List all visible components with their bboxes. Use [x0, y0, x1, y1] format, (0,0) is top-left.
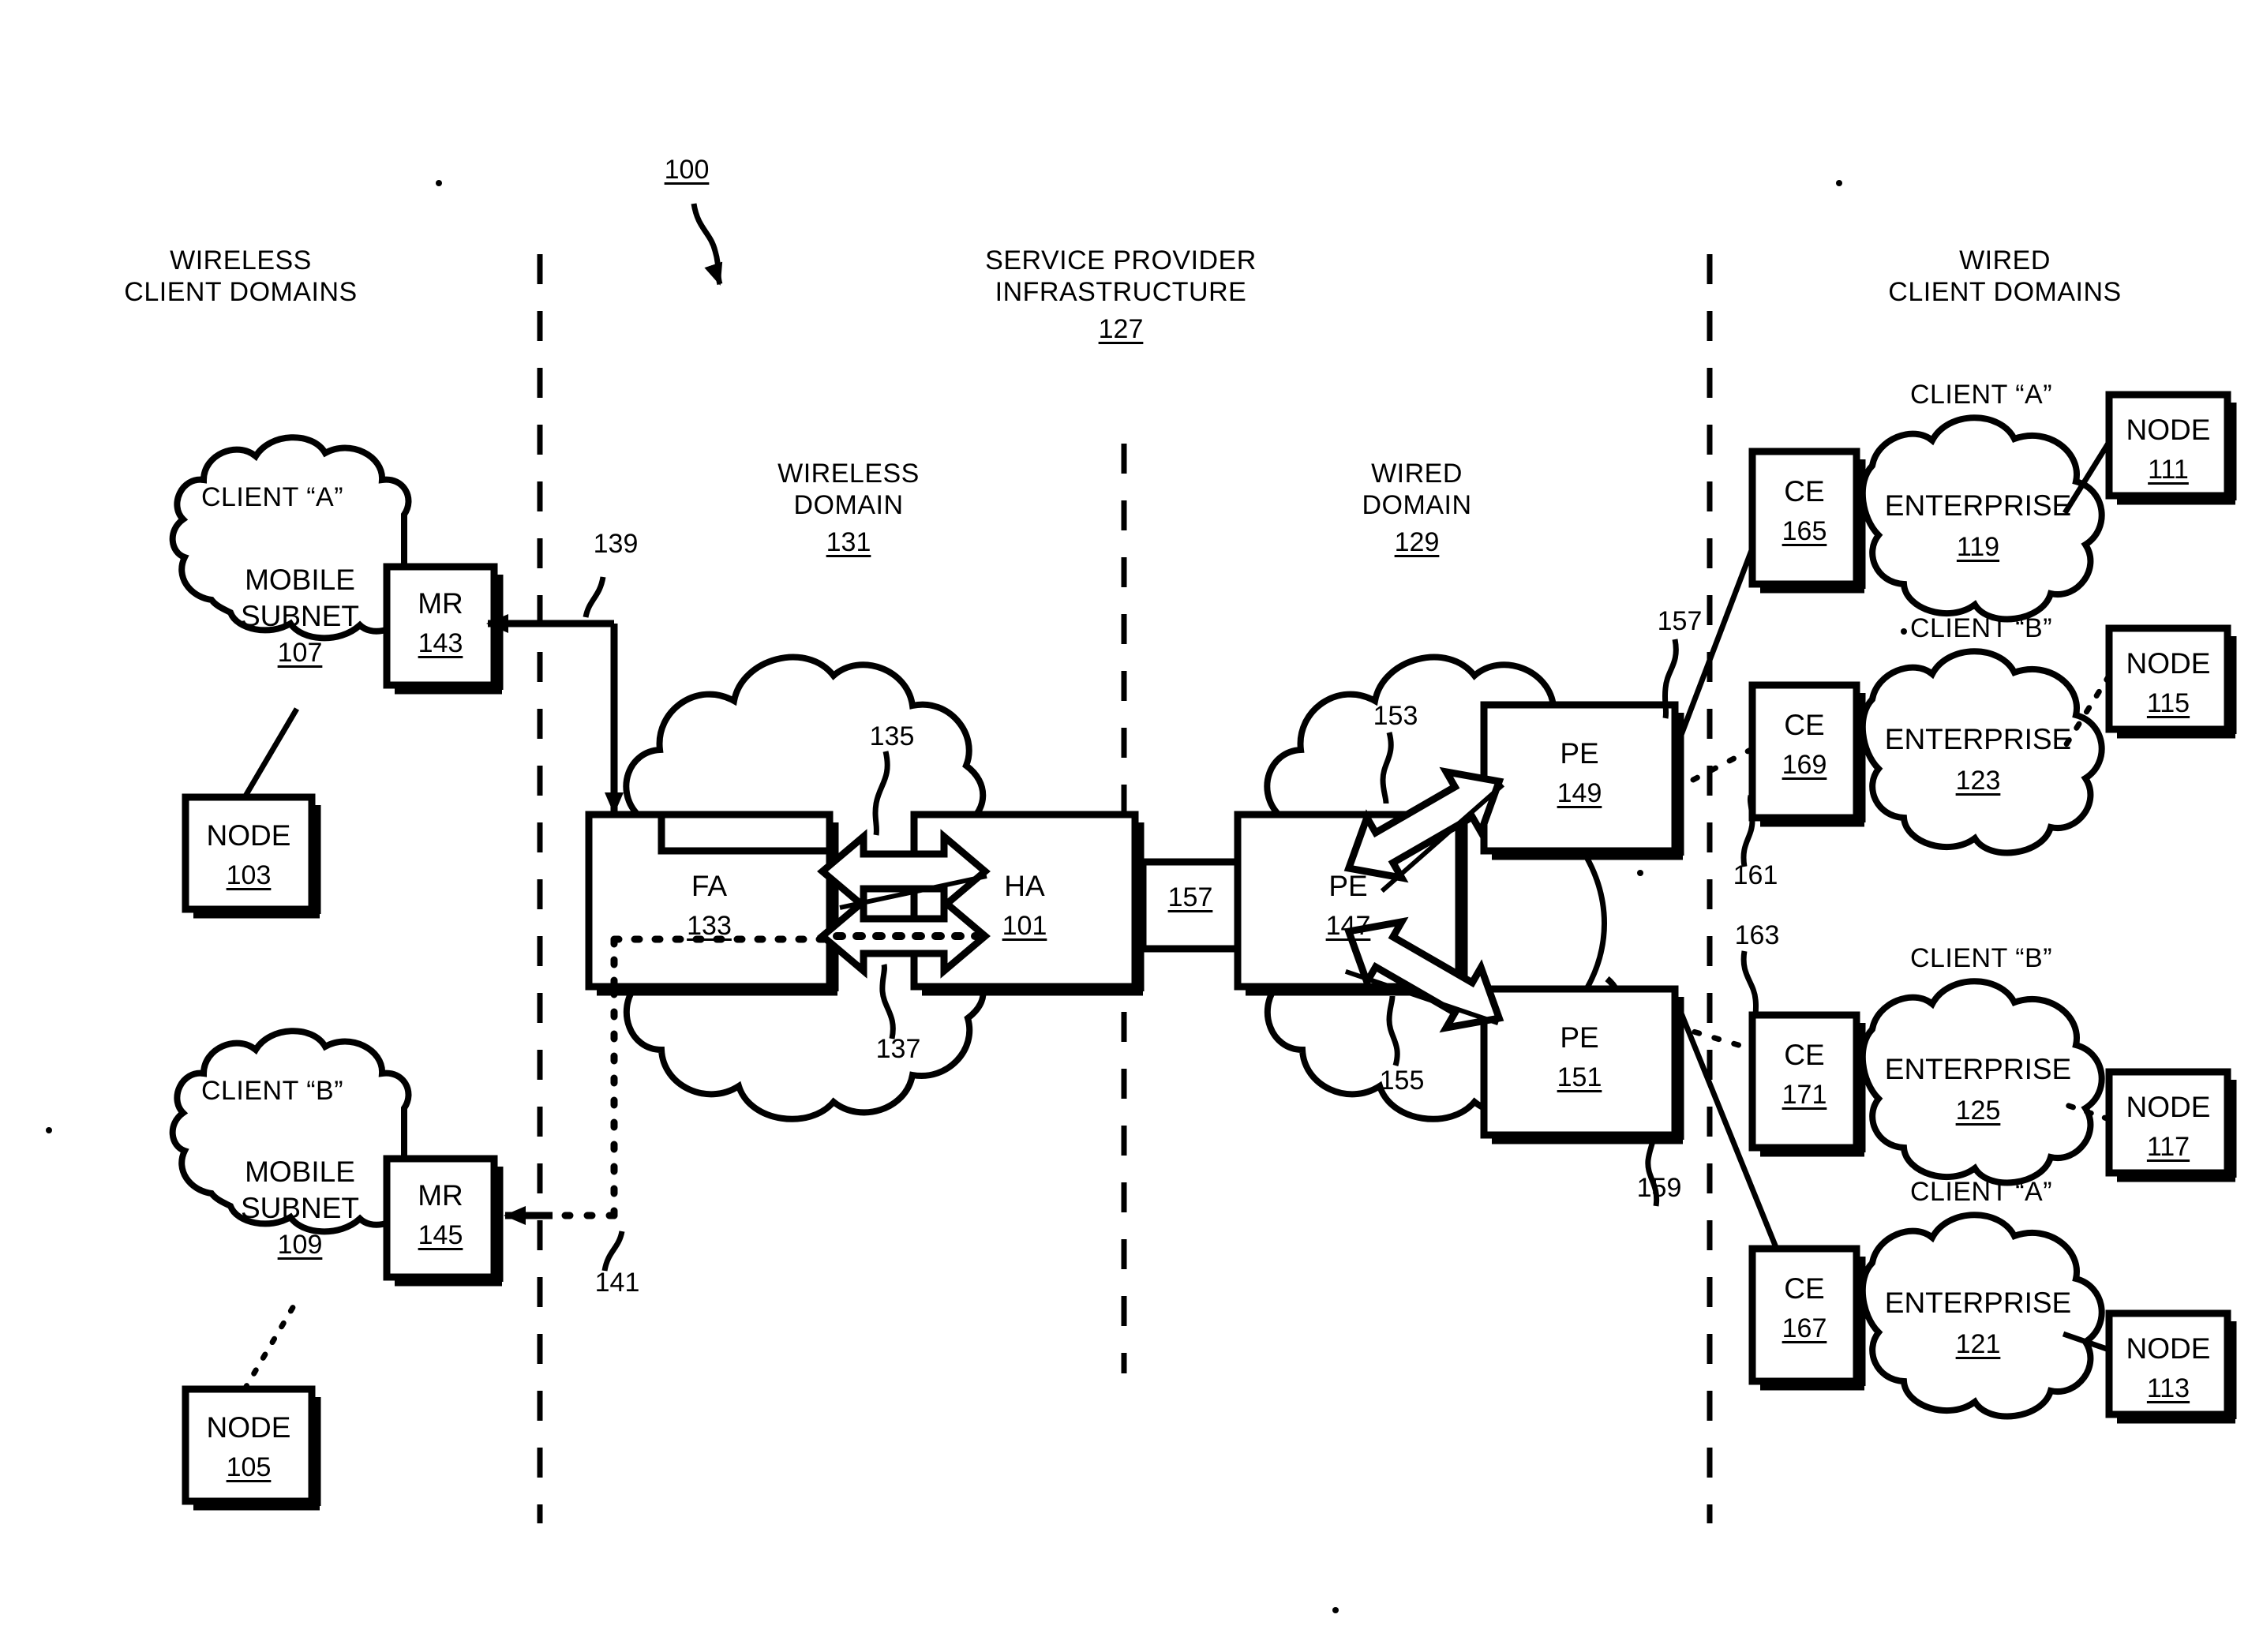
ref-157-center: 157	[1167, 882, 1213, 912]
ref-105: 105	[226, 1452, 272, 1482]
leader-141	[601, 1231, 625, 1272]
label-pe-149: PE	[1560, 737, 1599, 770]
leader-135	[872, 751, 890, 836]
ref-125: 125	[1955, 1096, 2001, 1126]
label-ce-165: CE	[1784, 475, 1825, 508]
label-wired-client-a-top: CLIENT “A”	[1909, 380, 2053, 410]
path-141-arrow	[517, 955, 618, 1219]
ref-169: 169	[1782, 750, 1827, 780]
callout-155: 155	[1379, 1066, 1425, 1096]
label-wireless-domain: WIRELESS DOMAIN	[777, 459, 920, 521]
callout-135: 135	[869, 721, 915, 751]
ref-129: 129	[1394, 527, 1440, 557]
callout-141: 141	[594, 1268, 640, 1298]
ref-127: 127	[1098, 314, 1144, 344]
label-node-117: NODE	[2126, 1091, 2211, 1123]
ref-123: 123	[1955, 766, 2001, 796]
ref-111: 111	[2148, 455, 2189, 485]
ref-149: 149	[1557, 778, 1602, 808]
figure-canvas: WIRELESS CLIENT DOMAINS SERVICE PROVIDER…	[0, 0, 2248, 1652]
ref-131: 131	[826, 527, 871, 557]
label-ha: HA	[1004, 870, 1045, 902]
label-ce-171: CE	[1784, 1039, 1825, 1071]
label-ce-169: CE	[1784, 709, 1825, 741]
label-wireless-client-a: CLIENT “A”	[200, 482, 344, 512]
label-enterprise-121: ENTERPRISE	[1884, 1287, 2072, 1319]
label-enterprise-119: ENTERPRISE	[1884, 489, 2072, 522]
ref-151: 151	[1557, 1062, 1602, 1092]
callout-137: 137	[875, 1034, 921, 1064]
header-wireless-client-domains: WIRELESS CLIENT DOMAINS	[124, 245, 358, 308]
ref-147: 147	[1325, 911, 1371, 941]
node-103-box	[182, 793, 321, 919]
label-mr-143: MR	[418, 587, 463, 620]
label-enterprise-123: ENTERPRISE	[1884, 723, 2072, 755]
label-wired-client-b-lower: CLIENT “B”	[1909, 943, 2053, 973]
path-139-arrow	[486, 576, 624, 815]
ref-167: 167	[1782, 1313, 1827, 1343]
callout-157-right: 157	[1657, 606, 1703, 636]
ref-113: 113	[2146, 1373, 2190, 1403]
callout-161: 161	[1733, 860, 1778, 890]
label-wireless-client-b: CLIENT “B”	[200, 1076, 344, 1106]
ref-115: 115	[2146, 688, 2190, 718]
ref-101: 101	[1002, 911, 1047, 941]
label-pe-151: PE	[1560, 1021, 1599, 1054]
label-mobile-subnet-109: MOBILE SUBNET	[240, 1156, 360, 1225]
ref-121: 121	[1955, 1329, 2001, 1359]
callout-159: 159	[1636, 1173, 1682, 1203]
leader-139	[583, 576, 606, 618]
link-node103-subnet107	[242, 707, 300, 799]
label-node-105: NODE	[206, 1411, 291, 1444]
figure-number-pointer	[691, 203, 723, 286]
label-pe-147: PE	[1328, 870, 1368, 902]
label-ce-167: CE	[1784, 1272, 1825, 1305]
ref-165: 165	[1782, 516, 1827, 546]
figure-number-100: 100	[664, 155, 710, 185]
label-mobile-subnet-107: MOBILE SUBNET	[240, 564, 360, 633]
label-mr-145: MR	[418, 1179, 463, 1212]
ref-107: 107	[277, 638, 323, 668]
ref-133: 133	[687, 911, 732, 941]
node-105-box	[182, 1385, 321, 1511]
label-fa: FA	[691, 870, 728, 902]
ref-171: 171	[1782, 1080, 1827, 1110]
ref-143: 143	[418, 628, 463, 658]
path-141-arrowheads	[504, 957, 625, 1272]
label-node-111: NODE	[2126, 414, 2211, 446]
ref-103: 103	[226, 860, 272, 890]
ref-145: 145	[418, 1220, 463, 1250]
ref-117: 117	[2146, 1132, 2190, 1162]
leader-153	[1380, 732, 1394, 804]
header-service-provider-infrastructure: SERVICE PROVIDER INFRASTRUCTURE	[985, 245, 1257, 308]
label-wired-client-b-upper: CLIENT “B”	[1909, 613, 2053, 643]
label-wired-client-a-bottom: CLIENT “A”	[1909, 1177, 2053, 1207]
label-node-113: NODE	[2126, 1332, 2211, 1365]
callout-163: 163	[1734, 920, 1780, 950]
callout-153: 153	[1373, 701, 1418, 731]
callout-139: 139	[593, 529, 639, 559]
header-wired-client-domains: WIRED CLIENT DOMAINS	[1888, 245, 2122, 308]
label-node-115: NODE	[2126, 647, 2211, 680]
label-enterprise-125: ENTERPRISE	[1884, 1053, 2072, 1085]
ref-109: 109	[277, 1230, 323, 1260]
label-wired-domain: WIRED DOMAIN	[1362, 459, 1472, 521]
ref-119: 119	[1956, 532, 2000, 562]
link-node105-subnet109	[242, 1298, 300, 1392]
link-pe149-pe151	[1583, 856, 1607, 991]
leader-155	[1386, 995, 1400, 1066]
leader-137	[879, 964, 896, 1040]
label-node-103: NODE	[206, 819, 291, 852]
